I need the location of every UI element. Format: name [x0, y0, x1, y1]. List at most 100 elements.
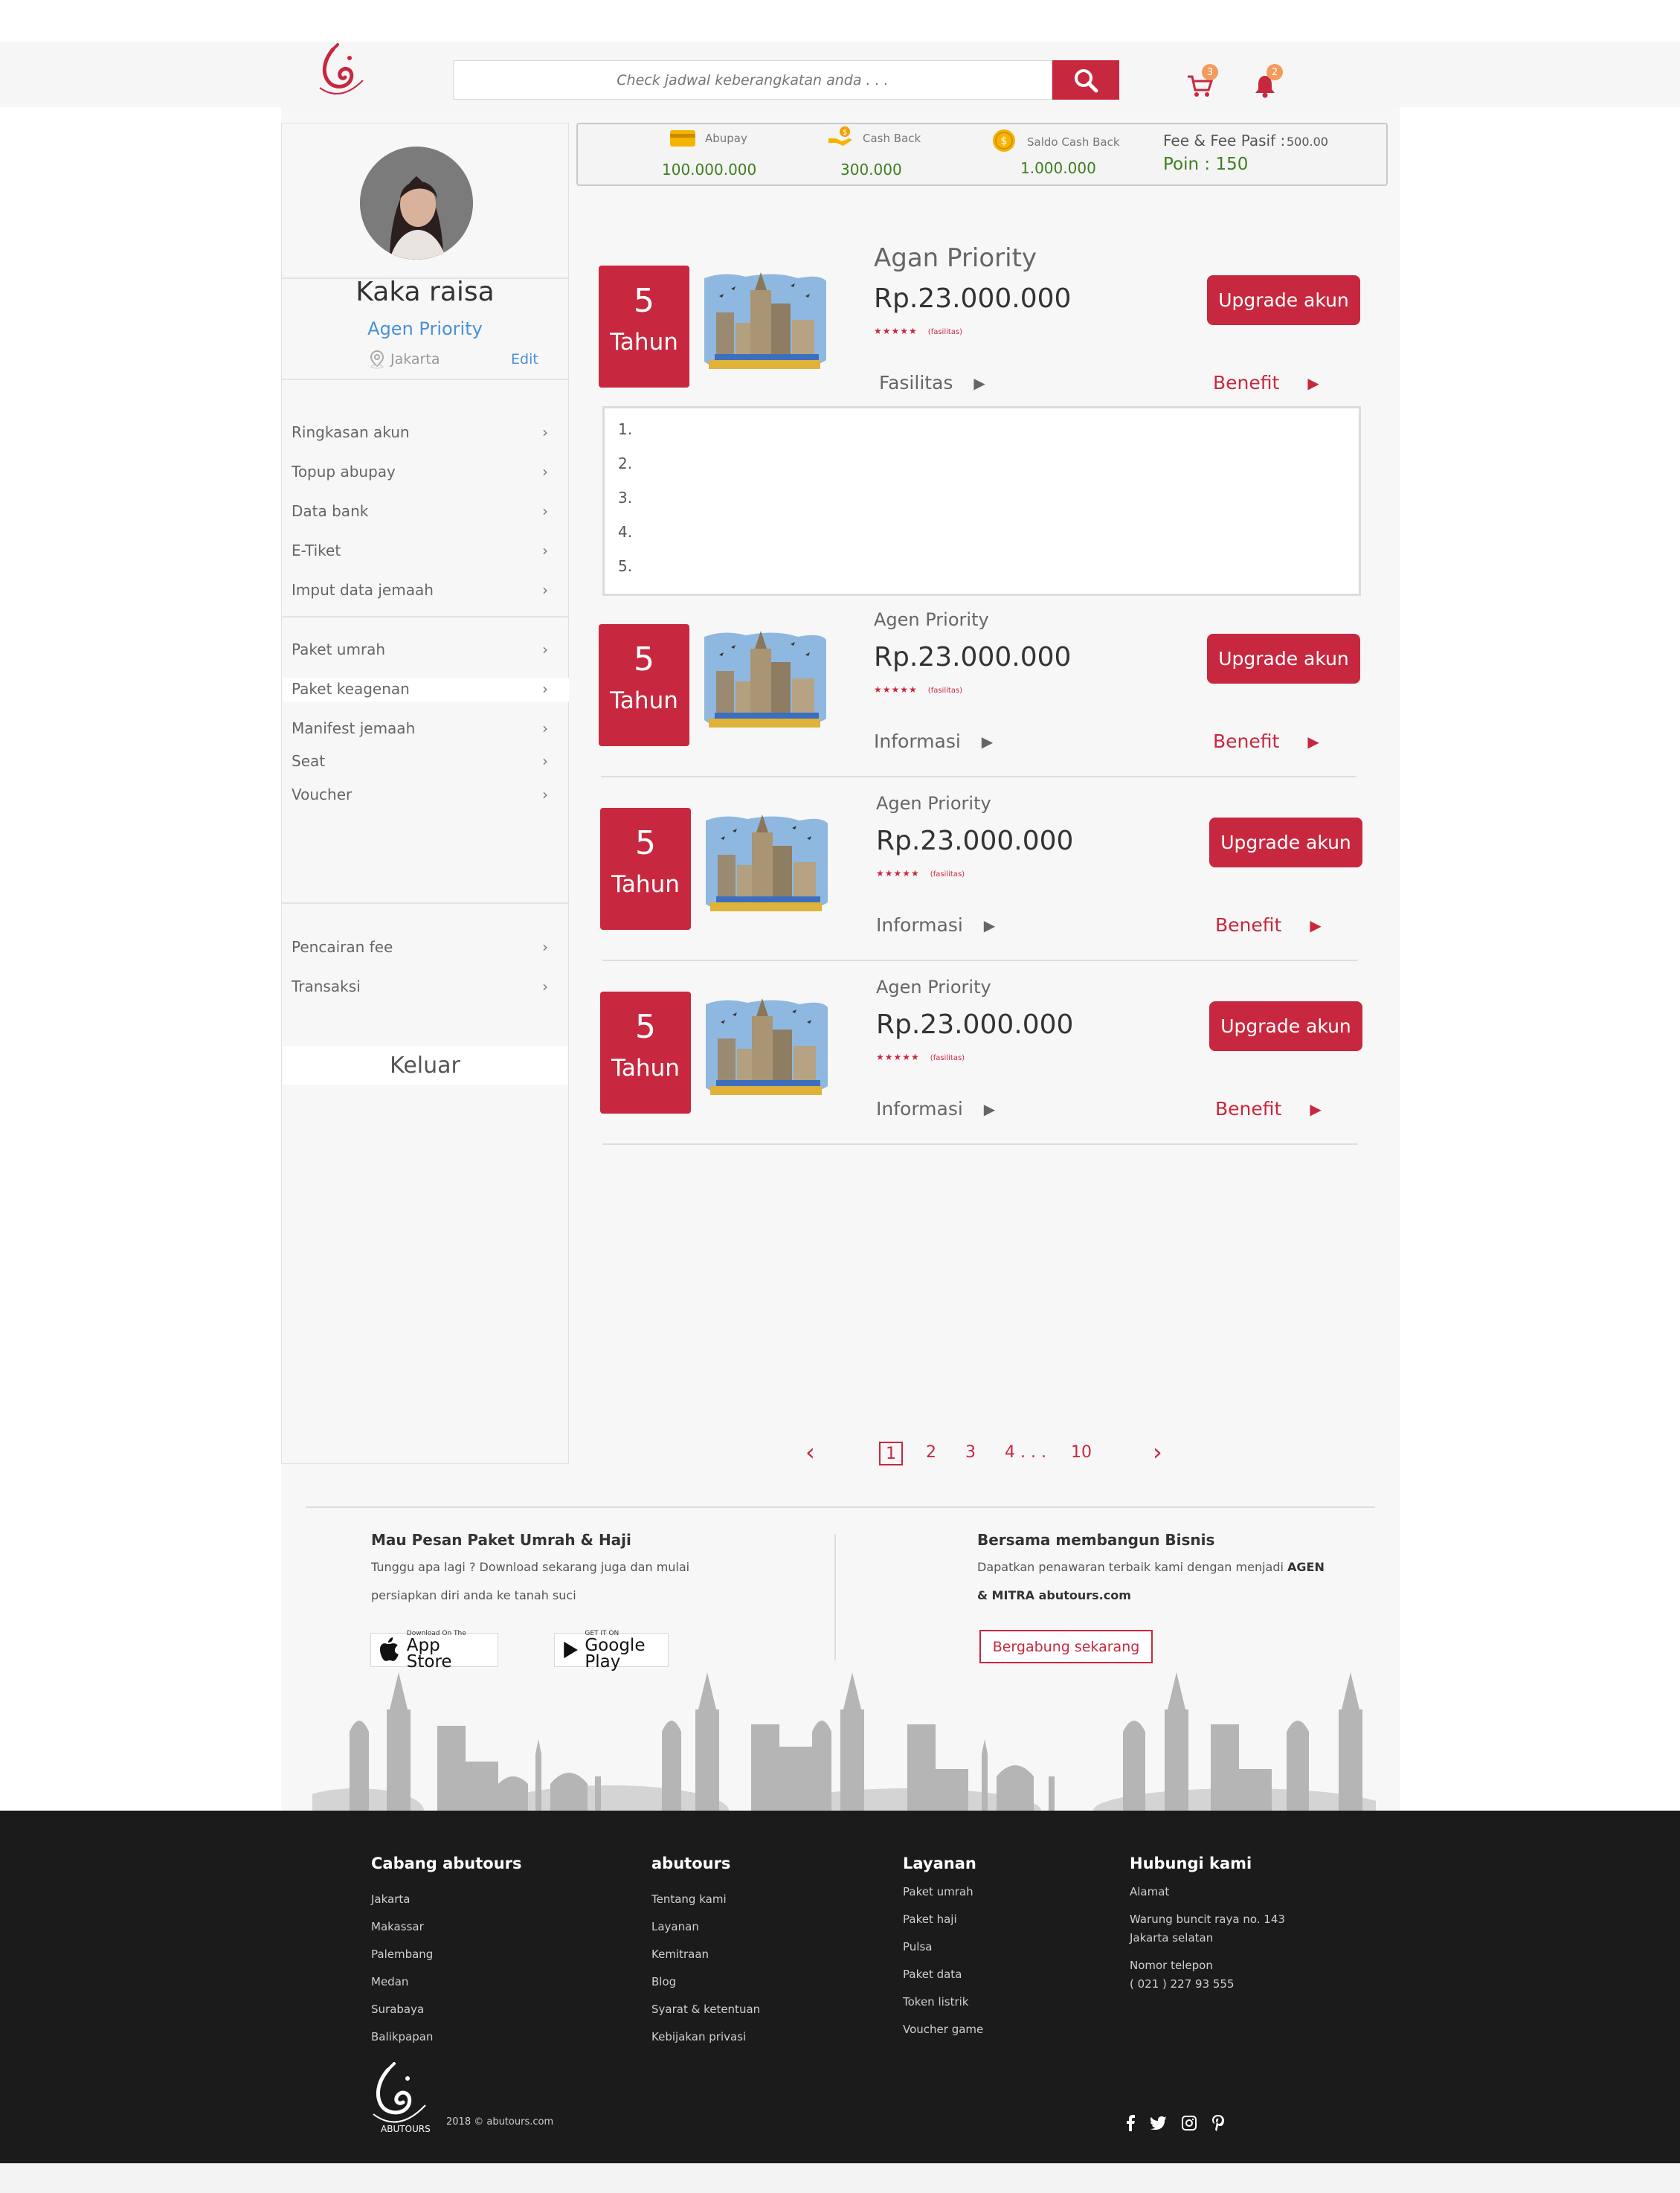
fasilitas-toggle[interactable]: Fasilitas ▶ — [879, 372, 985, 394]
avatar-image — [360, 147, 473, 260]
cart-badge: 3 — [1202, 64, 1218, 80]
play-arrow-icon: ▶ — [973, 373, 985, 392]
list-item: 5. — [618, 557, 633, 575]
promo-right-title: Bersama membangun Bisnis — [977, 1531, 1215, 1549]
pinterest-icon[interactable] — [1211, 2115, 1225, 2131]
play-arrow-icon: ▶ — [1307, 732, 1319, 751]
chevron-right-icon: › — [542, 581, 548, 599]
package-rating: ★★★★★ (fasilitas) — [874, 326, 963, 336]
menu-item-transaksi[interactable]: Transaksi › — [292, 975, 548, 998]
upgrade-akun-button[interactable]: Upgrade akun — [1207, 634, 1360, 684]
footer-col3-title: Layanan — [903, 1855, 976, 1872]
menu-item-seat[interactable]: Seat › — [292, 750, 548, 772]
footer-link[interactable]: Balikpapan — [371, 2030, 433, 2043]
footer-link[interactable]: Jakarta — [371, 1892, 410, 1906]
chevron-right-icon: › — [542, 680, 548, 698]
package-image — [701, 271, 829, 375]
saldo-value: 1.000.000 — [1020, 159, 1096, 177]
promo-right-text: & MITRA abutours.com — [977, 1588, 1131, 1602]
menu-item-manifest-jemaah[interactable]: Manifest jemaah › — [292, 717, 548, 739]
informasi-link[interactable]: Informasi ▶ — [876, 914, 995, 936]
svg-text:ABUTOURS: ABUTOURS — [381, 2124, 431, 2134]
footer-link[interactable]: Medan — [371, 1975, 408, 1988]
informasi-link[interactable]: Informasi ▶ — [874, 731, 993, 752]
informasi-link[interactable]: Informasi ▶ — [876, 1098, 995, 1120]
footer-link[interactable]: Blog — [651, 1975, 676, 1988]
footer-link[interactable]: Makassar — [371, 1920, 424, 1933]
google-play-button[interactable]: GET IT ON Google Play — [554, 1630, 669, 1671]
footer-link[interactable]: Paket umrah — [903, 1885, 973, 1898]
location-pin-icon — [370, 350, 384, 369]
menu-item-pencairan-fee[interactable]: Pencairan fee › — [292, 936, 548, 958]
play-arrow-icon: ▶ — [1310, 1099, 1322, 1118]
footer-link[interactable]: Pulsa — [903, 1940, 932, 1953]
play-arrow-icon: ▶ — [981, 732, 994, 751]
pagination-page-current[interactable]: 1 — [879, 1442, 903, 1465]
footer-link[interactable]: Surabaya — [371, 2003, 424, 2016]
pagination-page[interactable]: 3 — [965, 1443, 976, 1462]
pagination-page[interactable]: 10 — [1071, 1443, 1092, 1462]
chevron-right-icon: › — [542, 423, 548, 441]
upgrade-akun-button[interactable]: Upgrade akun — [1209, 818, 1362, 867]
promo-left-text: persiapkan diri anda ke tanah suci — [371, 1588, 576, 1602]
package-title: Agen Priority — [876, 977, 991, 998]
abupay-label: Abupay — [705, 132, 747, 145]
menu-item-paket-umrah[interactable]: Paket umrah › — [292, 638, 548, 661]
footer-link[interactable]: Kemitraan — [651, 1948, 709, 1961]
package-rating: ★★★★★ (fasilitas) — [874, 684, 963, 695]
list-item: 3. — [618, 489, 633, 507]
benefit-link[interactable]: Benefit ▶ — [1215, 1098, 1322, 1120]
chevron-right-icon: › — [542, 502, 548, 520]
footer-link[interactable]: Voucher game — [903, 2023, 983, 2036]
pagination-prev[interactable]: ‹ — [805, 1440, 815, 1464]
chevron-right-icon: › — [542, 752, 548, 770]
cart-button[interactable]: 3 — [1185, 64, 1218, 101]
menu-item-paket-keagenan[interactable]: Paket keagenan › — [292, 678, 548, 700]
footer-link[interactable]: Kebijakan privasi — [651, 2030, 746, 2043]
menu-item-topup-abupay[interactable]: Topup abupay › — [292, 460, 548, 483]
facebook-icon[interactable] — [1125, 2115, 1136, 2131]
footer-link[interactable]: Token listrik — [903, 1995, 969, 2009]
upgrade-akun-button[interactable]: Upgrade akun — [1209, 1001, 1362, 1051]
footer-col1-title: Cabang abutours — [371, 1855, 522, 1872]
footer-logo[interactable]: ABUTOURS — [366, 2062, 433, 2136]
benefit-link[interactable]: Benefit ▶ — [1215, 914, 1322, 936]
profile-avatar[interactable] — [360, 147, 473, 260]
notification-button[interactable]: 2 — [1250, 64, 1283, 101]
menu-item-imput-data-jemaah[interactable]: Imput data jemaah › — [292, 579, 548, 601]
profile-edit-link[interactable]: Edit — [511, 351, 538, 367]
footer-link[interactable]: Paket data — [903, 1968, 962, 1981]
instagram-icon[interactable] — [1182, 2116, 1197, 2131]
footer-link[interactable]: Layanan — [651, 1920, 699, 1933]
abutours-logo[interactable] — [311, 43, 372, 104]
footer-link[interactable]: Tentang kami — [651, 1892, 727, 1906]
footer-link[interactable]: Palembang — [371, 1948, 433, 1961]
logout-button[interactable]: Keluar — [283, 1046, 567, 1085]
footer-link[interactable]: Syarat & ketentuan — [651, 2003, 760, 2016]
twitter-icon[interactable] — [1150, 2116, 1167, 2130]
svg-text:$: $ — [1001, 135, 1008, 147]
bergabung-sekarang-button[interactable]: Bergabung sekarang — [979, 1630, 1153, 1663]
search-input[interactable] — [454, 61, 1052, 99]
menu-item-ringkasan-akun[interactable]: Ringkasan akun › — [292, 421, 548, 443]
search-box[interactable] — [453, 60, 1052, 100]
pagination-page-ellipsis[interactable]: 4 . . . — [1005, 1443, 1046, 1462]
footer-link[interactable]: Paket haji — [903, 1913, 957, 1926]
fasilitas-list: 1. 2. 3. 4. 5. — [602, 406, 1361, 596]
benefit-link[interactable]: Benefit ▶ — [1213, 372, 1319, 394]
app-store-button[interactable]: Download On The App Store — [370, 1630, 498, 1671]
benefit-link[interactable]: Benefit ▶ — [1213, 731, 1319, 752]
list-item: 1. — [618, 420, 633, 438]
city-skyline-illustration — [312, 1672, 1376, 1811]
pagination-page[interactable]: 2 — [926, 1443, 936, 1462]
menu-item-data-bank[interactable]: Data bank › — [292, 500, 548, 522]
pagination-next[interactable]: › — [1153, 1440, 1162, 1464]
package-image — [703, 997, 831, 1101]
upgrade-akun-button[interactable]: Upgrade akun — [1207, 275, 1360, 325]
search-button[interactable] — [1052, 60, 1119, 100]
promo-right-text: Dapatkan penawaran terbaik kami dengan m… — [977, 1560, 1325, 1574]
menu-item-voucher[interactable]: Voucher › — [292, 783, 548, 806]
package-divider — [602, 960, 1358, 961]
menu-item-e-tiket[interactable]: E-Tiket › — [292, 539, 548, 562]
package-title: Agan Priority — [874, 243, 1037, 273]
